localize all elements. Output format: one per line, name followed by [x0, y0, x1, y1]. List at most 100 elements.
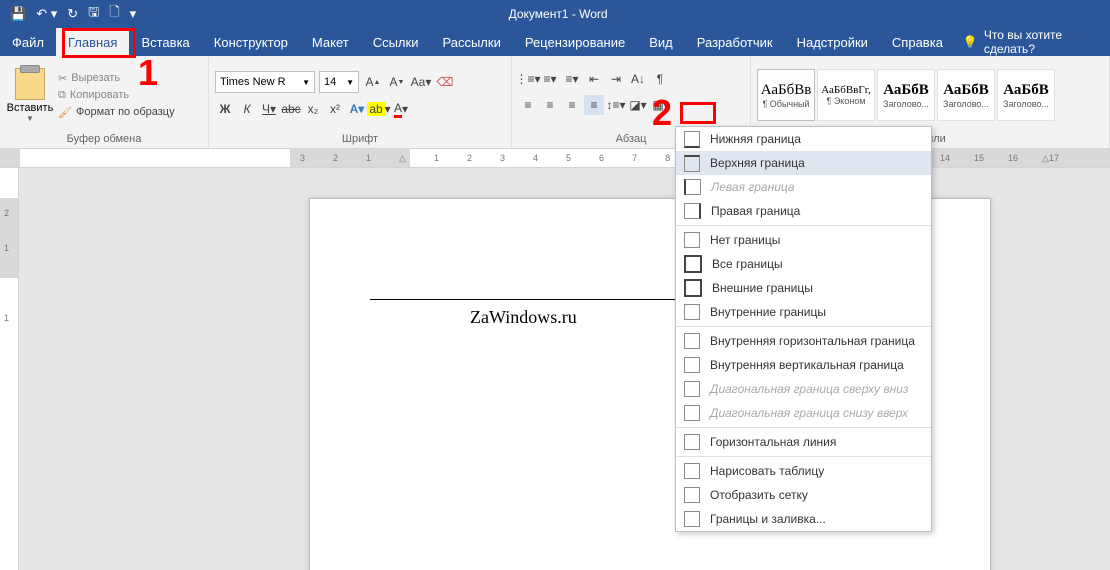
justify-button[interactable]: ≡: [584, 95, 604, 115]
tab-home[interactable]: Главная: [56, 28, 129, 56]
font-size-combo[interactable]: 14▼: [319, 71, 359, 93]
border-option[interactable]: Нарисовать таблицу: [676, 459, 931, 483]
style-heading2[interactable]: АаБбВЗаголово...: [937, 69, 995, 121]
styles-gallery[interactable]: АаБбВв¶ Обычный АаБбВвГг,¶ Эконом АаБбВЗ…: [757, 69, 1055, 121]
lightbulb-icon: 💡: [963, 35, 978, 49]
ruler-vertical[interactable]: 2 1 1: [0, 168, 19, 570]
shrink-font-button[interactable]: A▼: [387, 72, 407, 92]
page-text[interactable]: ZaWindows.ru: [470, 307, 577, 328]
ruler-ticks-right: 141516△17: [940, 153, 1059, 164]
text-effects-button[interactable]: A▾: [347, 99, 367, 119]
font-name-combo[interactable]: Times New R▼: [215, 71, 315, 93]
border-option: Диагональная граница снизу вверх: [676, 401, 931, 425]
border-option[interactable]: Внутренняя вертикальная граница: [676, 353, 931, 377]
border-option[interactable]: Отобразить сетку: [676, 483, 931, 507]
new-doc-icon[interactable]: 🗋: [109, 3, 119, 25]
border-option-label: Правая граница: [711, 204, 800, 218]
ruler-horizontal[interactable]: 321△12345678910 141516△17: [0, 149, 1110, 168]
copy-icon: ⧉: [58, 89, 66, 102]
border-option[interactable]: Нет границы: [676, 228, 931, 252]
border-option[interactable]: Внешние границы: [676, 276, 931, 300]
increase-indent-button[interactable]: ⇥: [606, 69, 626, 89]
align-center-button[interactable]: ≡: [540, 95, 560, 115]
save-icon[interactable]: 💾: [10, 6, 26, 22]
align-left-button[interactable]: ≡: [518, 95, 538, 115]
border-option[interactable]: Нижняя граница: [676, 127, 931, 151]
border-option[interactable]: Внутренние границы: [676, 300, 931, 324]
tab-layout[interactable]: Макет: [300, 28, 361, 56]
tab-view[interactable]: Вид: [637, 28, 685, 56]
undo-icon[interactable]: ↶ ▾: [36, 6, 57, 22]
border-icon: [684, 232, 700, 248]
sort-button[interactable]: A↓: [628, 69, 648, 89]
superscript-button[interactable]: x²: [325, 99, 345, 119]
tab-addins[interactable]: Надстройки: [785, 28, 880, 56]
shading-button[interactable]: ◪▾: [628, 95, 648, 115]
tab-help[interactable]: Справка: [880, 28, 955, 56]
strike-button[interactable]: abc: [281, 99, 301, 119]
numbering-button[interactable]: ≡▾: [540, 69, 560, 89]
border-icon: [684, 179, 701, 195]
border-option-label: Внутренние границы: [710, 305, 826, 319]
border-icon: [684, 203, 701, 219]
ribbon-tabs: Файл Главная Вставка Конструктор Макет С…: [0, 28, 1110, 56]
border-option: Левая граница: [676, 175, 931, 199]
border-option-label: Все границы: [712, 257, 783, 271]
border-option[interactable]: Все границы: [676, 252, 931, 276]
multilevel-button[interactable]: ≡▾: [562, 69, 582, 89]
change-case-button[interactable]: Aa▾: [411, 72, 431, 92]
border-option-label: Левая граница: [711, 180, 795, 194]
save-as-icon[interactable]: 🖫: [88, 3, 99, 25]
copy-button[interactable]: ⧉Копировать: [58, 89, 175, 102]
border-option[interactable]: Границы и заливка...: [676, 507, 931, 531]
tab-references[interactable]: Ссылки: [361, 28, 431, 56]
tell-me[interactable]: 💡 Что вы хотите сделать?: [963, 28, 1110, 56]
highlight-button[interactable]: ab▾: [369, 99, 389, 119]
cut-button[interactable]: ✂Вырезать: [58, 72, 175, 85]
subscript-button[interactable]: x₂: [303, 99, 323, 119]
align-right-button[interactable]: ≡: [562, 95, 582, 115]
format-label: Формат по образцу: [76, 106, 175, 118]
tab-review[interactable]: Рецензирование: [513, 28, 637, 56]
grow-font-button[interactable]: A▲: [363, 72, 383, 92]
font-name-value: Times New R: [220, 76, 286, 88]
tab-file[interactable]: Файл: [0, 28, 56, 56]
border-icon: [684, 405, 700, 421]
tab-mailings[interactable]: Рассылки: [430, 28, 512, 56]
decrease-indent-button[interactable]: ⇤: [584, 69, 604, 89]
format-painter-button[interactable]: 🖌Формат по образцу: [58, 106, 175, 119]
document-canvas: 2 1 1 ZaWindows.ru: [0, 168, 1110, 570]
border-option-label: Нижняя граница: [710, 132, 801, 146]
border-option[interactable]: Верхняя граница: [676, 151, 931, 175]
bold-button[interactable]: Ж: [215, 99, 235, 119]
style-heading3[interactable]: АаБбВЗаголово...: [997, 69, 1055, 121]
border-option-label: Нарисовать таблицу: [710, 464, 824, 478]
italic-button[interactable]: К: [237, 99, 257, 119]
qat-more-icon[interactable]: ▾: [130, 6, 137, 22]
style-normal[interactable]: АаБбВв¶ Обычный: [757, 69, 815, 121]
group-clipboard-label: Буфер обмена: [6, 131, 202, 148]
line-spacing-button[interactable]: ↕≡▾: [606, 95, 626, 115]
tab-insert[interactable]: Вставка: [129, 28, 201, 56]
underline-button[interactable]: Ч▾: [259, 99, 279, 119]
style-econom[interactable]: АаБбВвГг,¶ Эконом: [817, 69, 875, 121]
page-area[interactable]: ZaWindows.ru: [19, 168, 1110, 570]
border-icon: [684, 155, 700, 172]
border-icon: [684, 434, 700, 450]
redo-icon[interactable]: ↻: [67, 6, 78, 22]
quick-access-toolbar: 💾 ↶ ▾ ↻ 🖫 🗋 ▾: [0, 3, 146, 25]
style-heading1[interactable]: АаБбВЗаголово...: [877, 69, 935, 121]
font-color-button[interactable]: A▾: [391, 99, 411, 119]
borders-button[interactable]: ▦▾: [650, 95, 670, 115]
border-option-label: Верхняя граница: [710, 156, 805, 170]
border-option[interactable]: Горизонтальная линия: [676, 430, 931, 454]
show-marks-button[interactable]: ¶: [650, 69, 670, 89]
bullets-button[interactable]: ⋮≡▾: [518, 69, 538, 89]
tab-design[interactable]: Конструктор: [202, 28, 300, 56]
border-option[interactable]: Правая граница: [676, 199, 931, 223]
clear-formatting-button[interactable]: ⌫: [435, 72, 455, 92]
border-option[interactable]: Внутренняя горизонтальная граница: [676, 329, 931, 353]
scissors-icon: ✂: [58, 72, 67, 85]
paste-button[interactable]: Вставить ▼: [6, 68, 54, 123]
tab-developer[interactable]: Разработчик: [685, 28, 785, 56]
